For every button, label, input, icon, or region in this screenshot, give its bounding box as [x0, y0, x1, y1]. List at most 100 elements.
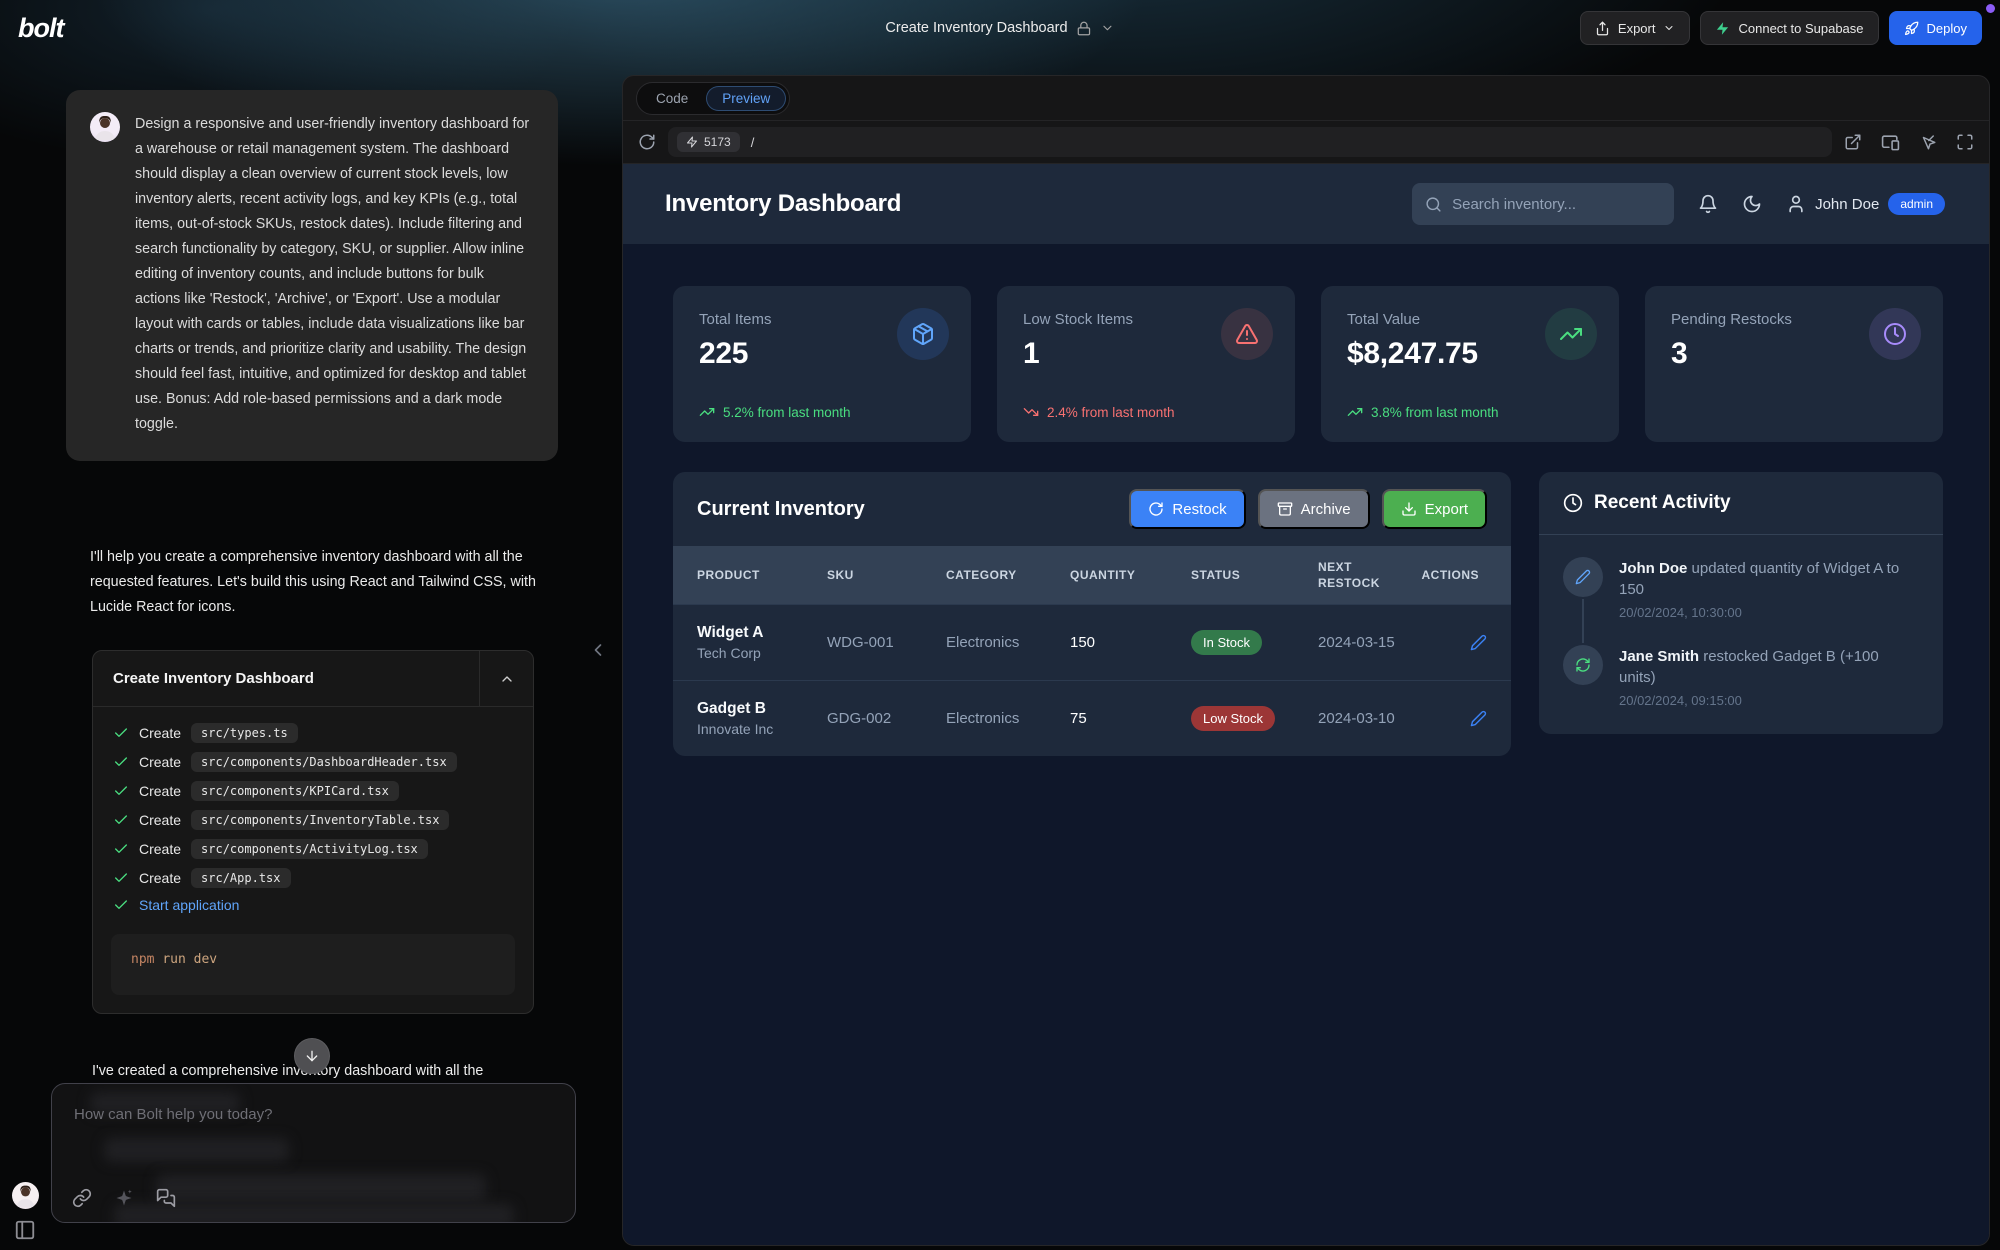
refresh-icon	[1563, 645, 1603, 685]
check-icon	[113, 841, 129, 857]
link-icon[interactable]	[72, 1188, 92, 1208]
trending-up-icon	[1545, 308, 1597, 360]
kpi-card-total-items: Total Items 225 5.2% from last month	[673, 286, 971, 442]
search-input[interactable]: Search inventory...	[1412, 183, 1674, 225]
user-menu[interactable]: John Doe admin	[1786, 193, 1945, 215]
url-path: /	[751, 135, 755, 150]
activity-card: Recent Activity John Doe updated quantit…	[1539, 472, 1943, 734]
bell-icon[interactable]	[1698, 194, 1718, 214]
open-external-icon[interactable]	[1844, 133, 1862, 151]
activity-timestamp: 20/02/2024, 10:30:00	[1619, 605, 1919, 620]
inspector-off-icon[interactable]	[1919, 133, 1937, 151]
inventory-card: Current Inventory Restock Archive Export…	[673, 472, 1511, 756]
column-header[interactable]: Product	[697, 567, 827, 583]
chat-input[interactable]: How can Bolt help you today?	[51, 1083, 576, 1223]
check-icon	[113, 897, 129, 913]
file-chip[interactable]: src/components/KPICard.tsx	[191, 781, 399, 801]
step-row: Create src/components/InventoryTable.tsx	[113, 810, 513, 830]
start-application-step[interactable]: Start application	[113, 897, 513, 913]
file-chip[interactable]: src/components/InventoryTable.tsx	[191, 810, 449, 830]
artifact-steps: Create src/types.ts Create src/component…	[93, 707, 533, 926]
column-header: Actions	[1414, 567, 1487, 583]
supabase-zap-icon	[1715, 21, 1730, 36]
project-title: Create Inventory Dashboard	[885, 20, 1067, 36]
rocket-icon	[1904, 21, 1919, 36]
scroll-down-button[interactable]	[294, 1038, 330, 1074]
step-row: Create src/components/ActivityLog.tsx	[113, 839, 513, 859]
blurred-suggestion	[104, 1138, 289, 1162]
restock-button[interactable]: Restock	[1129, 489, 1245, 529]
url-input[interactable]: 5173 /	[668, 127, 1832, 157]
step-row: Create src/components/KPICard.tsx	[113, 781, 513, 801]
archive-button[interactable]: Archive	[1258, 489, 1370, 529]
chat-input-toolbar	[72, 1188, 176, 1208]
file-chip[interactable]: src/types.ts	[191, 723, 298, 743]
user-prompt-text: Design a responsive and user-friendly in…	[135, 112, 532, 437]
trending-up-icon	[1347, 404, 1363, 420]
chat-bubble-icon[interactable]	[156, 1188, 176, 1208]
column-header[interactable]: Status	[1191, 567, 1318, 583]
terminal-command: npm	[131, 952, 154, 967]
status-badge: In Stock	[1191, 630, 1262, 655]
column-header[interactable]: SKU	[827, 567, 946, 583]
panel-left-icon[interactable]	[14, 1219, 36, 1241]
clock-icon	[1563, 493, 1583, 513]
edit-pencil-icon	[1563, 557, 1603, 597]
sparkles-icon[interactable]	[114, 1188, 134, 1208]
table-row[interactable]: Widget ATech Corp WDG-001 Electronics 15…	[673, 604, 1511, 680]
fullscreen-icon[interactable]	[1956, 133, 1974, 151]
zap-icon	[686, 136, 698, 148]
preview-viewport: Inventory Dashboard Search inventory... …	[623, 164, 1989, 1245]
edit-pencil-icon[interactable]	[1470, 710, 1487, 727]
assistant-intro-text: I'll help you create a comprehensive inv…	[90, 545, 542, 620]
arrow-down-icon	[304, 1048, 320, 1064]
bolt-logo[interactable]: bolt	[18, 13, 63, 44]
table-row[interactable]: Gadget BInnovate Inc GDG-002 Electronics…	[673, 680, 1511, 756]
column-header[interactable]: Quantity	[1070, 567, 1191, 583]
export-button[interactable]: Export	[1580, 11, 1691, 45]
devices-icon[interactable]	[1881, 133, 1900, 152]
terminal-block: npm run dev	[111, 934, 515, 995]
connect-supabase-button[interactable]: Connect to Supabase	[1700, 11, 1878, 45]
search-icon	[1425, 196, 1442, 213]
column-header[interactable]: Next Restock	[1318, 559, 1414, 591]
status-badge: Low Stock	[1191, 706, 1275, 731]
top-bar: bolt Create Inventory Dashboard Export C…	[0, 0, 2000, 56]
collapse-chat-chevron-icon[interactable]	[588, 640, 608, 660]
package-icon	[897, 308, 949, 360]
tab-code[interactable]: Code	[640, 86, 704, 111]
file-chip[interactable]: src/App.tsx	[191, 868, 290, 888]
profile-avatar[interactable]	[12, 1182, 39, 1209]
chevron-down-icon[interactable]	[1101, 21, 1115, 35]
deploy-button[interactable]: Deploy	[1889, 11, 1982, 45]
dashboard-content: Current Inventory Restock Archive Export…	[623, 442, 1989, 756]
artifact-title: Create Inventory Dashboard	[93, 651, 479, 706]
lock-icon	[1077, 21, 1092, 36]
chevron-up-icon[interactable]	[479, 651, 533, 706]
dashboard-title: Inventory Dashboard	[665, 190, 901, 218]
terminal-args: run dev	[162, 952, 217, 967]
moon-icon[interactable]	[1742, 194, 1762, 214]
notification-dot	[1986, 4, 1995, 13]
activity-item: Jane Smith restocked Gadget B (+100 unit…	[1563, 645, 1919, 708]
activity-user: John Doe	[1619, 560, 1687, 577]
reload-icon[interactable]	[638, 133, 656, 151]
port-badge[interactable]: 5173	[677, 132, 740, 152]
step-row: Create src/types.ts	[113, 723, 513, 743]
column-header[interactable]: Category	[946, 567, 1070, 583]
trending-down-icon	[1023, 404, 1039, 420]
clock-icon	[1869, 308, 1921, 360]
step-row: Create src/components/DashboardHeader.ts…	[113, 752, 513, 772]
timeline-connector	[1582, 599, 1584, 643]
preview-url-bar: 5173 /	[623, 120, 1989, 164]
export-table-button[interactable]: Export	[1382, 489, 1487, 529]
tab-preview[interactable]: Preview	[706, 86, 786, 111]
topbar-actions: Export Connect to Supabase Deploy	[1580, 11, 1982, 45]
project-title-group[interactable]: Create Inventory Dashboard	[885, 0, 1114, 56]
file-chip[interactable]: src/components/ActivityLog.tsx	[191, 839, 428, 859]
artifact-header: Create Inventory Dashboard	[93, 651, 533, 707]
dashboard-header: Inventory Dashboard Search inventory... …	[623, 164, 1989, 244]
edit-pencil-icon[interactable]	[1470, 634, 1487, 651]
file-chip[interactable]: src/components/DashboardHeader.tsx	[191, 752, 457, 772]
kpi-row: Total Items 225 5.2% from last month Low…	[623, 244, 1989, 442]
